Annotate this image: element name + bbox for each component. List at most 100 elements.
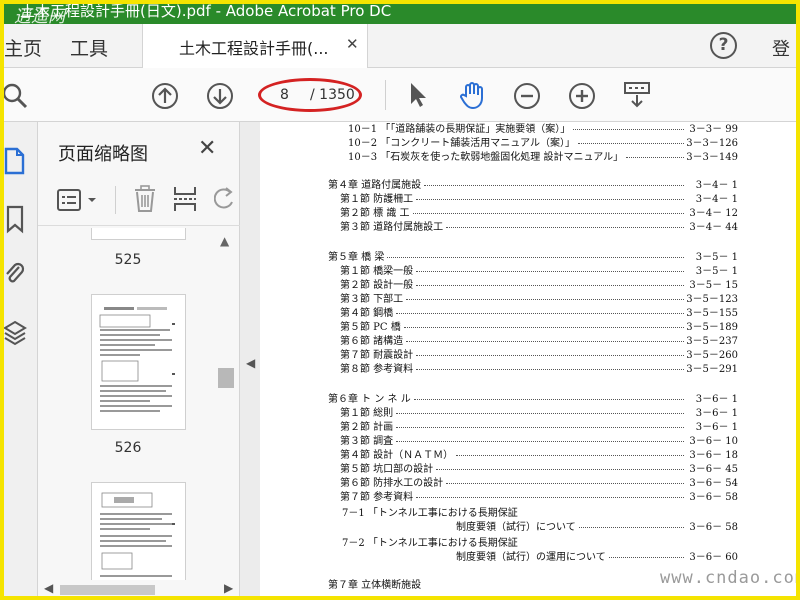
toc-leader (406, 341, 684, 342)
toc-leader (573, 129, 684, 130)
toc-entry[interactable]: 10－3 「石炭灰を使った軟弱地盤固化処理 設計マニュアル」 (348, 148, 623, 163)
scroll-up-icon[interactable]: ▲ (220, 234, 229, 248)
hscrollbar-thumb[interactable] (60, 585, 155, 595)
tab-bar: 主页 工具 土木工程設計手冊(... ✕ ? 登 (0, 24, 800, 68)
tab-home[interactable]: 主页 (4, 34, 42, 61)
toc-entry[interactable]: 第５節 坑口部の設計 (340, 460, 433, 475)
document-view[interactable]: 10－1 「「道路舗装の長期保証」実施要領（案）」 3－3－ 99 10－2 「コン… (260, 122, 800, 600)
bookmarks-icon[interactable] (2, 204, 28, 234)
toc-entry[interactable]: 第３節 下部工 (340, 290, 403, 305)
delete-page-icon[interactable] (132, 184, 158, 214)
toc-page-number: 3－6－ 1 (695, 408, 738, 419)
toc-entry[interactable]: 第６章 ト ン ネ ル (328, 390, 411, 405)
toc-entry[interactable]: 10－2 「コンクリート舗装活用マニュアル（案）」 (348, 134, 575, 149)
toc-page-number: 3－4－ 1 (695, 194, 738, 205)
insert-page-icon[interactable] (172, 184, 198, 214)
window-titlebar: 土木工程設計手冊(日文).pdf - Adobe Acrobat Pro DC … (0, 0, 800, 24)
page-number-field[interactable]: 8 / 1350 (258, 78, 372, 112)
toc-entry[interactable]: 第６節 諸構造 (340, 332, 403, 347)
panel-splitter[interactable]: ◀ (240, 122, 260, 600)
thumbnail-hscrollbar[interactable]: ◀ ▶ (38, 580, 240, 600)
toc-entry[interactable]: 第８節 参考資料 (340, 360, 413, 375)
toc-leader (579, 527, 684, 528)
toc-entry[interactable]: 第５節 PC 橋 (340, 318, 401, 333)
thumbnail-list: 525 526 (38, 228, 218, 580)
toc-page-number: 3－6－ 58 (689, 522, 738, 533)
toc-page-number: 3－4－ 12 (689, 208, 738, 219)
attachments-icon[interactable] (2, 260, 28, 290)
scroll-right-icon[interactable]: ▶ (224, 581, 233, 595)
help-icon[interactable]: ? (710, 32, 737, 59)
toc-leader (578, 143, 684, 144)
page-thumbnail[interactable] (91, 294, 186, 430)
toc-entry[interactable]: 7－2 「トンネル工事における長期保証 (342, 534, 518, 549)
toc-page-number: 3－5－ 1 (695, 252, 738, 263)
toc-leader (396, 413, 684, 414)
toc-entry[interactable]: 第４章 道路付属施設 (328, 176, 421, 191)
toc-page-number: 3－5－237 (686, 336, 738, 347)
thumbnail-preview (100, 492, 175, 577)
toc-entry[interactable]: 第７節 耐震設計 (340, 346, 413, 361)
toc-leader (396, 313, 684, 314)
tab-tools[interactable]: 工具 (70, 34, 108, 61)
page-display-icon[interactable] (622, 80, 652, 110)
page-thumbnails-icon[interactable] (2, 146, 28, 176)
toc-leader (406, 299, 684, 300)
zoom-in-icon[interactable] (568, 82, 596, 110)
watermark-logo: 逍遥网 (14, 7, 65, 24)
toc-leader (446, 483, 684, 484)
toc-entry[interactable]: 制度要領（試行）について (456, 518, 576, 533)
toc-page-number: 3－3－126 (686, 138, 738, 149)
toc-leader (416, 271, 684, 272)
toc-page-number: 3－5－155 (686, 308, 738, 319)
signin-link[interactable]: 登 (772, 35, 790, 61)
page-thumbnail[interactable] (91, 228, 186, 240)
toc-page-number: 3－6－ 54 (689, 478, 738, 489)
previous-page-icon[interactable] (151, 82, 179, 110)
toc-entry[interactable]: 第４節 鋼橋 (340, 304, 393, 319)
site-watermark: www.cndao.com (660, 568, 800, 588)
panel-title: 页面缩略图 (58, 144, 148, 165)
toc-leader (387, 257, 684, 258)
zoom-out-icon[interactable] (513, 82, 541, 110)
toc-entry[interactable]: 第３節 調査 (340, 432, 393, 447)
toc-entry[interactable]: 7－1 「トンネル工事における長期保証 (342, 504, 518, 519)
scrollbar-thumb[interactable] (218, 368, 234, 388)
toc-leader (436, 469, 684, 470)
layers-icon[interactable] (2, 318, 28, 348)
close-tab-icon[interactable]: ✕ (346, 35, 359, 53)
thumbnail-scrollbar[interactable]: ▲ (214, 228, 238, 580)
tab-document[interactable]: 土木工程設計手冊(... ✕ (142, 24, 368, 68)
toc-entry[interactable]: 第７節 参考資料 (340, 488, 413, 503)
toc-leader (416, 369, 684, 370)
toc-entry[interactable]: 第５章 橋 梁 (328, 248, 384, 263)
search-icon[interactable] (2, 82, 30, 110)
close-panel-icon[interactable]: ✕ (198, 136, 216, 161)
scroll-left-icon[interactable]: ◀ (44, 581, 53, 595)
toc-page-number: 3－5－189 (686, 322, 738, 333)
toc-entry[interactable]: 第２節 標 識 工 (340, 204, 410, 219)
next-page-icon[interactable] (206, 82, 234, 110)
annotation-circle (258, 78, 362, 112)
toc-entry[interactable]: 第１節 橋梁一般 (340, 262, 413, 277)
thumbnail-options-icon[interactable] (56, 188, 102, 212)
toc-entry[interactable]: 第２節 計画 (340, 418, 393, 433)
toc-page-number: 3－6－ 45 (689, 464, 738, 475)
toolbar-divider (385, 80, 386, 110)
collapse-panel-icon[interactable]: ◀ (246, 356, 255, 370)
toc-entry[interactable]: 第３節 道路付属施設工 (340, 218, 443, 233)
thumbnail-page-number: 525 (114, 252, 142, 268)
toc-entry[interactable]: 第１節 総則 (340, 404, 393, 419)
toc-entry[interactable]: 制度要領（試行）の運用について (456, 548, 606, 563)
select-tool-icon[interactable] (406, 80, 430, 110)
toc-page-number: 3－5－123 (686, 294, 738, 305)
rotate-page-icon[interactable] (214, 186, 234, 212)
toc-entry[interactable]: 第７章 立体横断施設 (328, 576, 421, 591)
toc-entry[interactable]: 第４節 設計（ＮＡＴＭ） (340, 446, 453, 461)
toc-entry[interactable]: 第６節 防排水工の設計 (340, 474, 443, 489)
toc-entry[interactable]: 第１節 防護柵工 (340, 190, 413, 205)
toc-leader (416, 355, 684, 356)
page-thumbnail[interactable] (91, 482, 186, 580)
hand-tool-icon[interactable] (458, 80, 488, 110)
toc-entry[interactable]: 第２節 設計一般 (340, 276, 413, 291)
